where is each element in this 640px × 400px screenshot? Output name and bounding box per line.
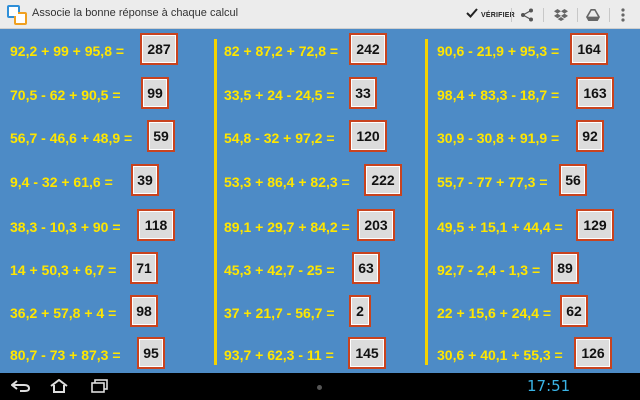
calc-expression: 22 + 15,6 + 24,4 = <box>437 305 552 321</box>
answer-tile[interactable]: 99 <box>141 77 169 109</box>
calc-row: 56,7 - 46,6 + 48,9 = <box>10 122 132 154</box>
app-title: Associe la bonne réponse à chaque calcul <box>32 7 239 19</box>
answer-tile[interactable]: 164 <box>570 33 608 65</box>
calc-expression: 36,2 + 57,8 + 4 = <box>10 305 117 321</box>
app-icon <box>6 4 28 26</box>
answer-tile[interactable]: 33 <box>349 77 377 109</box>
verify-label: VÉRIFIER <box>481 11 515 19</box>
action-separator <box>543 8 544 22</box>
answer-tile[interactable]: 92 <box>576 120 604 152</box>
calc-expression: 55,7 - 77 + 77,3 = <box>437 174 548 190</box>
calc-expression: 38,3 - 10,3 + 90 = <box>10 219 121 235</box>
calc-expression: 80,7 - 73 + 87,3 = <box>10 347 121 363</box>
clock: 17:51 <box>527 377 571 395</box>
calc-expression: 45,3 + 42,7 - 25 = <box>224 262 335 278</box>
calc-expression: 33,5 + 24 - 24,5 = <box>224 87 335 103</box>
answer-tile[interactable]: 163 <box>576 77 614 109</box>
calc-row: 89,1 + 29,7 + 84,2 = <box>224 211 350 243</box>
answer-tile[interactable]: 287 <box>140 33 178 65</box>
calc-row: 30,9 - 30,8 + 91,9 = <box>437 122 559 154</box>
share-icon[interactable] <box>517 5 537 25</box>
answer-tile[interactable]: 62 <box>560 295 588 327</box>
answer-tile[interactable]: 59 <box>147 120 175 152</box>
dropbox-icon[interactable] <box>551 5 571 25</box>
answer-tile[interactable]: 95 <box>137 337 165 369</box>
home-icon[interactable] <box>48 377 70 395</box>
calc-row: 90,6 - 21,9 + 95,3 = <box>437 35 559 67</box>
calc-row: 92,7 - 2,4 - 1,3 = <box>437 254 540 286</box>
calc-expression: 37 + 21,7 - 56,7 = <box>224 305 335 321</box>
answer-tile[interactable]: 2 <box>349 295 371 327</box>
answer-tile[interactable]: 71 <box>130 252 158 284</box>
calc-expression: 89,1 + 29,7 + 84,2 = <box>224 219 350 235</box>
calc-expression: 92,7 - 2,4 - 1,3 = <box>437 262 541 278</box>
calc-row: 9,4 - 32 + 61,6 = <box>10 166 113 198</box>
calc-row: 30,6 + 40,1 + 55,3 = <box>437 339 563 371</box>
back-icon[interactable] <box>10 377 32 395</box>
answer-tile[interactable]: 56 <box>559 164 587 196</box>
calc-row: 92,2 + 99 + 95,8 = <box>10 35 124 67</box>
calc-expression: 98,4 + 83,3 - 18,7 = <box>437 87 560 103</box>
action-separator <box>511 8 512 22</box>
calc-row: 38,3 - 10,3 + 90 = <box>10 211 121 243</box>
calc-row: 70,5 - 62 + 90,5 = <box>10 79 121 111</box>
calc-row: 93,7 + 62,3 - 11 = <box>224 339 334 371</box>
calc-expression: 56,7 - 46,6 + 48,9 = <box>10 130 133 146</box>
action-separator <box>609 8 610 22</box>
answer-tile[interactable]: 145 <box>348 337 386 369</box>
answer-tile[interactable]: 203 <box>357 209 395 241</box>
calc-expression: 70,5 - 62 + 90,5 = <box>10 87 121 103</box>
calc-expression: 49,5 + 15,1 + 44,4 = <box>437 219 563 235</box>
exercise-area: 92,2 + 99 + 95,8 = 287 70,5 - 62 + 90,5 = 9… <box>0 29 640 373</box>
calc-expression: 92,2 + 99 + 95,8 = <box>10 43 125 59</box>
action-separator <box>577 8 578 22</box>
calc-expression: 90,6 - 21,9 + 95,3 = <box>437 43 560 59</box>
calc-expression: 93,7 + 62,3 - 11 = <box>224 347 334 363</box>
calc-row: 49,5 + 15,1 + 44,4 = <box>437 211 563 243</box>
verify-button[interactable]: VÉRIFIER <box>466 5 515 25</box>
calc-row: 22 + 15,6 + 24,4 = <box>437 297 551 329</box>
drive-icon[interactable] <box>583 5 603 25</box>
answer-tile[interactable]: 120 <box>349 120 387 152</box>
calc-row: 82 + 87,2 + 72,8 = <box>224 35 338 67</box>
action-bar: Associe la bonne réponse à chaque calcul… <box>0 0 640 29</box>
calc-row: 53,3 + 86,4 + 82,3 = <box>224 166 350 198</box>
column-divider <box>425 39 428 365</box>
calc-row: 80,7 - 73 + 87,3 = <box>10 339 121 371</box>
overflow-menu-icon[interactable] <box>613 5 633 25</box>
answer-tile[interactable]: 126 <box>574 337 612 369</box>
check-icon <box>466 6 478 24</box>
calc-row: 37 + 21,7 - 56,7 = <box>224 297 335 329</box>
calc-row: 36,2 + 57,8 + 4 = <box>10 297 116 329</box>
answer-tile[interactable]: 129 <box>576 209 614 241</box>
answer-tile[interactable]: 89 <box>551 252 579 284</box>
system-nav-bar: 17:51 <box>0 373 640 400</box>
answer-tile[interactable]: 222 <box>364 164 402 196</box>
calc-expression: 9,4 - 32 + 61,6 = <box>10 174 113 190</box>
calc-row: 98,4 + 83,3 - 18,7 = <box>437 79 559 111</box>
calc-row: 54,8 - 32 + 97,2 = <box>224 122 335 154</box>
column-divider <box>214 39 217 365</box>
calc-row: 14 + 50,3 + 6,7 = <box>10 254 116 286</box>
calc-expression: 53,3 + 86,4 + 82,3 = <box>224 174 350 190</box>
calc-row: 45,3 + 42,7 - 25 = <box>224 254 335 286</box>
calc-expression: 82 + 87,2 + 72,8 = <box>224 43 339 59</box>
calc-expression: 54,8 - 32 + 97,2 = <box>224 130 335 146</box>
center-dot <box>317 385 322 390</box>
calc-expression: 30,9 - 30,8 + 91,9 = <box>437 130 560 146</box>
answer-tile[interactable]: 118 <box>137 209 175 241</box>
calc-expression: 14 + 50,3 + 6,7 = <box>10 262 117 278</box>
answer-tile[interactable]: 98 <box>130 295 158 327</box>
calc-row: 33,5 + 24 - 24,5 = <box>224 79 335 111</box>
answer-tile[interactable]: 39 <box>131 164 159 196</box>
calc-expression: 30,6 + 40,1 + 55,3 = <box>437 347 563 363</box>
answer-tile[interactable]: 242 <box>349 33 387 65</box>
calc-row: 55,7 - 77 + 77,3 = <box>437 166 548 198</box>
recents-icon[interactable] <box>89 377 111 395</box>
answer-tile[interactable]: 63 <box>352 252 380 284</box>
